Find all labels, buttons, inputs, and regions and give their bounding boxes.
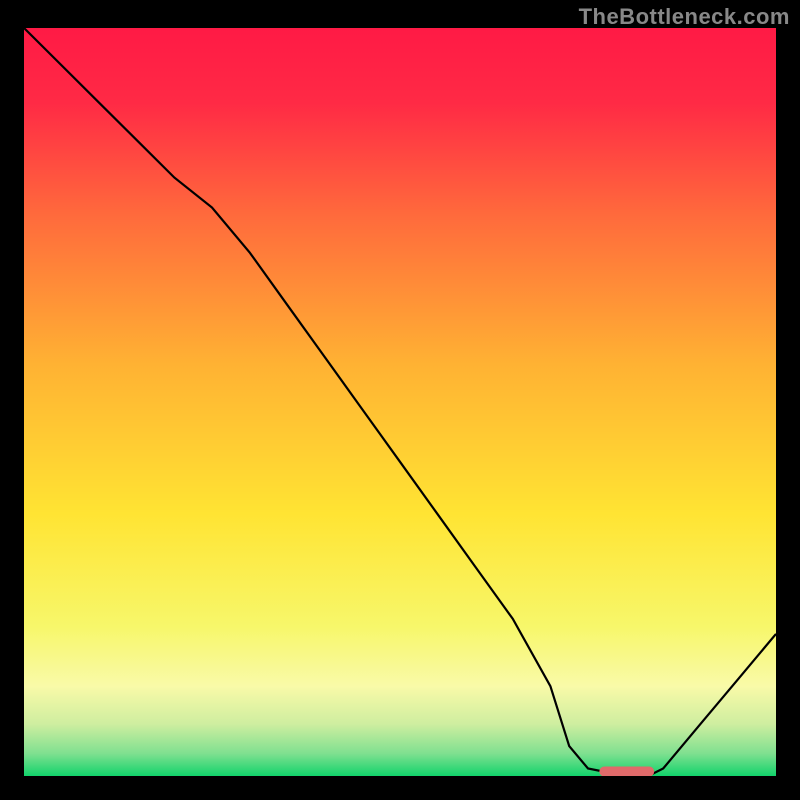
watermark-text: TheBottleneck.com bbox=[579, 4, 790, 30]
chart-container: TheBottleneck.com bbox=[0, 0, 800, 800]
optimal-marker bbox=[599, 767, 654, 777]
bottleneck-chart bbox=[24, 28, 776, 776]
